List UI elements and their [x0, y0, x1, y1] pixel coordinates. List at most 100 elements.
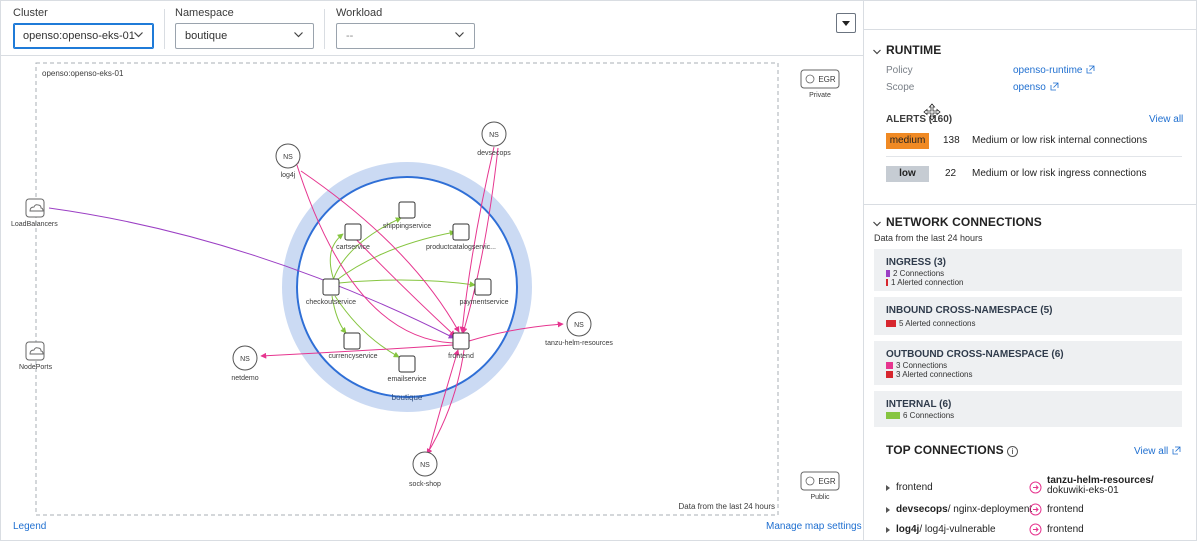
service-icon [452, 332, 470, 350]
namespace-node-sock-shop[interactable]: NS sock-shop [409, 451, 441, 488]
view-all-text: View all [1134, 446, 1169, 457]
namespace-badge: NS [574, 322, 584, 329]
legend-swatch [886, 362, 893, 369]
panel-divider [864, 29, 1196, 30]
service-label: frontend [448, 353, 474, 360]
service-node-emailservice[interactable]: emailservice [388, 355, 427, 383]
service-icon [452, 223, 470, 241]
alerts-view-all-link[interactable]: View all [1149, 114, 1183, 125]
external-node-label: NodePorts [19, 364, 53, 371]
group-line-text: 3 Connections [896, 361, 948, 370]
chevron-down-icon[interactable] [872, 216, 882, 227]
namespace-label: devsecops [477, 150, 511, 157]
network-connections-title: NETWORK CONNECTIONS [886, 215, 1042, 229]
internal-group[interactable]: INTERNAL (6) 6 Connections [874, 391, 1182, 427]
namespace-select[interactable]: boutique [175, 23, 314, 49]
scope-value: openso [1013, 82, 1046, 93]
service-icon [398, 201, 416, 219]
outbound-cross-namespace-group[interactable]: OUTBOUND CROSS-NAMESPACE (6) 3 Connectio… [874, 341, 1182, 385]
namespace-node-netdemo[interactable]: NS netdemo [231, 345, 259, 382]
cross-namespace-edge[interactable] [293, 158, 454, 344]
chevron-down-icon [455, 32, 464, 38]
group-line-text: 5 Alerted connections [899, 319, 976, 328]
namespace-badge: NS [489, 132, 499, 139]
namespace-node-log4j[interactable]: NS log4j [275, 143, 301, 179]
ingress-group[interactable]: INGRESS (3) 2 Connections 1 Alerted conn… [874, 249, 1182, 291]
egress-public-node[interactable]: EGR Public [800, 471, 840, 501]
move-cursor-icon [923, 103, 941, 121]
service-label: productcatalogservic... [426, 244, 496, 251]
expand-caret-icon[interactable] [886, 527, 890, 533]
alert-description[interactable]: Medium or low risk ingress connections [972, 168, 1147, 179]
workload-select-value: -- [346, 30, 354, 42]
service-icon [474, 278, 492, 296]
group-line-text: 6 Connections [903, 411, 955, 420]
alerts-title: ALERTS (160) [886, 114, 953, 125]
namespace-ring-label: boutique [392, 393, 423, 402]
workload-select[interactable]: -- [336, 23, 475, 49]
filter-divider [324, 9, 325, 49]
top-connection-row[interactable]: devsecops/ nginx-deployment frontend [886, 503, 1186, 518]
manage-map-settings-link[interactable]: Manage map settings [766, 521, 862, 532]
alert-description[interactable]: Medium or low risk internal connections [972, 135, 1147, 146]
source-workload: / nginx-deployment [947, 504, 1033, 515]
runtime-title: RUNTIME [886, 43, 942, 57]
source-workload: / log4j-vulnerable [919, 524, 996, 535]
workload-filter: Workload [336, 7, 382, 19]
namespace-node-tanzu-helm-resources[interactable]: NS tanzu-helm-resources [545, 311, 613, 347]
cluster-filter: Cluster [13, 7, 48, 19]
row-divider [886, 156, 1182, 157]
egress-badge: EGR [818, 477, 836, 486]
top-connection-row[interactable]: log4j/ log4j-vulnerable frontend [886, 523, 1186, 538]
top-connections-view-all-link[interactable]: View all [1134, 446, 1181, 458]
expand-caret-icon[interactable] [886, 485, 890, 491]
legend-swatch [886, 412, 900, 419]
egress-private-node[interactable]: EGR Private [800, 69, 840, 99]
destination-workload: frontend [1047, 504, 1084, 515]
connection-source: frontend [896, 482, 933, 493]
policy-link[interactable]: openso-runtime [1013, 65, 1095, 77]
external-node-loadbalancers[interactable]: LoadBalancers [11, 198, 58, 228]
network-map[interactable]: openso:openso-eks-01 boutique shippingse… [1, 56, 863, 541]
cluster-select[interactable]: openso:openso-eks-01 [13, 23, 154, 49]
info-icon[interactable]: i [1007, 446, 1019, 457]
chevron-down-icon [134, 32, 143, 38]
alert-count: 138 [943, 135, 960, 146]
external-link-icon [1086, 65, 1095, 77]
service-node-shippingservice[interactable]: shippingservice [383, 201, 431, 230]
cluster-boundary-label: openso:openso-eks-01 [42, 69, 124, 78]
scope-key: Scope [886, 82, 915, 93]
service-label: paymentservice [459, 299, 508, 306]
namespace-node-devsecops[interactable]: NS devsecops [477, 121, 511, 157]
namespace-label: Namespace [175, 7, 234, 19]
chevron-down-icon [294, 32, 303, 38]
top-connection-row[interactable]: frontend tanzu-helm-resources/dokuwiki-e… [886, 476, 1186, 496]
service-label: checkoutservice [306, 299, 356, 306]
group-title: INTERNAL (6) [886, 399, 952, 410]
collapse-filters-button[interactable] [836, 13, 856, 33]
details-panel: RUNTIME Policy openso-runtime Scope open… [863, 0, 1197, 541]
chevron-down-icon[interactable] [872, 44, 882, 55]
network-map-canvas: openso:openso-eks-01 boutique shippingse… [11, 62, 840, 516]
workload-label: Workload [336, 7, 383, 19]
scope-link[interactable]: openso [1013, 82, 1059, 94]
external-node-label: LoadBalancers [11, 221, 58, 228]
policy-value: openso-runtime [1013, 65, 1083, 76]
internal-edge[interactable] [338, 279, 476, 288]
legend-link[interactable]: Legend [13, 521, 46, 532]
service-icon [343, 332, 361, 350]
group-title: OUTBOUND CROSS-NAMESPACE (6) [886, 349, 1064, 360]
expand-caret-icon[interactable] [886, 507, 890, 513]
service-icon [322, 278, 340, 296]
namespace-badge: NS [283, 154, 293, 161]
service-node-cartservice[interactable]: cartservice [336, 223, 370, 251]
connection-source: devsecops/ nginx-deployment [896, 504, 1032, 515]
cluster-boundary [35, 62, 779, 516]
namespace-select-value: boutique [185, 30, 228, 42]
group-line: 5 Alerted connections [886, 319, 976, 328]
external-node-nodeports[interactable]: NodePorts [19, 341, 53, 371]
namespace-label: sock-shop [409, 481, 441, 488]
group-line: 6 Connections [886, 411, 954, 420]
inbound-cross-namespace-group[interactable]: INBOUND CROSS-NAMESPACE (5) 5 Alerted co… [874, 297, 1182, 335]
service-node-checkoutservice[interactable]: checkoutservice [306, 278, 356, 306]
